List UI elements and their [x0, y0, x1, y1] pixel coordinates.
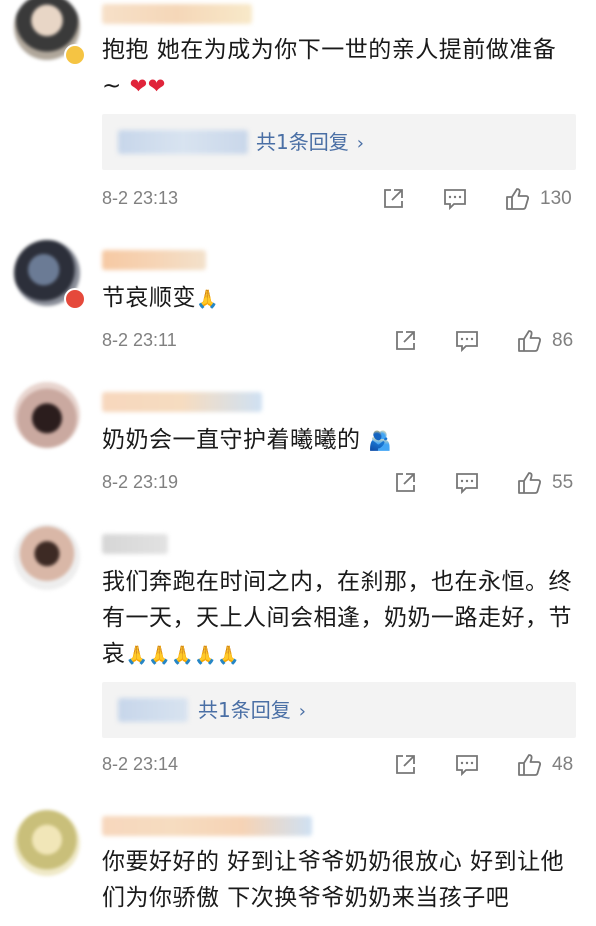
username-blurred[interactable]	[102, 4, 252, 24]
comment-text: 抱抱 她在为成为你下一世的亲人提前做准备 ~ ❤❤	[102, 37, 557, 99]
timestamp: 8-2 23:11	[102, 330, 177, 350]
pray-emoji: 🙏🙏🙏🙏🙏	[125, 645, 241, 666]
reply-summary[interactable]: 共1条回复 ›	[102, 682, 576, 738]
username-blurred[interactable]	[102, 250, 206, 270]
reply-summary[interactable]: 共1条回复 ›	[102, 114, 576, 170]
verified-badge-icon	[64, 288, 86, 310]
timestamp: 8-2 23:13	[102, 188, 179, 208]
like-count: 55	[552, 472, 574, 493]
share-icon[interactable]	[392, 328, 418, 354]
username-blurred[interactable]	[102, 392, 262, 412]
comment-text: 你要好好的 好到让爷爷奶奶很放心 好到让他们为你骄傲 下次换爷爷奶奶来当孩子吧	[102, 849, 565, 911]
comment-meta: 8-2 23:19 55	[102, 470, 582, 500]
verified-badge-icon	[64, 44, 86, 66]
avatar[interactable]	[14, 810, 80, 876]
like-count: 86	[552, 330, 574, 351]
thumbs-up-icon[interactable]	[516, 752, 542, 778]
comment-icon[interactable]	[454, 328, 480, 354]
comment-meta: 8-2 23:11 86	[102, 328, 582, 358]
thumbs-up-icon[interactable]	[516, 470, 542, 496]
thumbs-up-icon[interactable]	[516, 328, 542, 354]
replier-name-blurred	[118, 698, 188, 722]
chevron-right-icon: ›	[356, 133, 364, 154]
comment-icon[interactable]	[454, 752, 480, 778]
reply-count-link[interactable]: 共1条回复 ›	[198, 696, 306, 726]
chevron-right-icon: ›	[298, 701, 306, 722]
thumbs-up-icon[interactable]	[504, 186, 530, 212]
share-icon[interactable]	[392, 470, 418, 496]
comment-text: 节哀顺变🙏	[102, 285, 219, 311]
comment-text: 我们奔跑在时间之内，在刹那，也在永恒。终有一天，天上人间会相逢，奶奶一路走好，节…	[102, 569, 572, 667]
username-blurred[interactable]	[102, 534, 168, 554]
comment-icon[interactable]	[454, 470, 480, 496]
comment-icon[interactable]	[442, 186, 468, 212]
share-icon[interactable]	[392, 752, 418, 778]
like-count: 48	[552, 754, 574, 775]
like-count: 130	[540, 188, 572, 209]
reply-count-link[interactable]: 共1条回复 ›	[256, 128, 364, 158]
replier-name-blurred	[118, 130, 248, 154]
avatar[interactable]	[14, 382, 80, 448]
username-blurred[interactable]	[102, 816, 312, 836]
avatar[interactable]	[14, 524, 80, 590]
hug-emoji: 🫂	[368, 430, 393, 452]
comment-text: 奶奶会一直守护着曦曦的 🫂	[102, 427, 393, 453]
timestamp: 8-2 23:14	[102, 754, 179, 774]
share-icon[interactable]	[380, 186, 406, 212]
comment-meta: 8-2 23:14 48	[102, 752, 582, 782]
pray-emoji: 🙏	[196, 289, 219, 310]
timestamp: 8-2 23:19	[102, 472, 179, 492]
comment-meta: 8-2 23:13 130	[102, 186, 582, 216]
heart-emoji: ❤❤	[129, 74, 166, 98]
